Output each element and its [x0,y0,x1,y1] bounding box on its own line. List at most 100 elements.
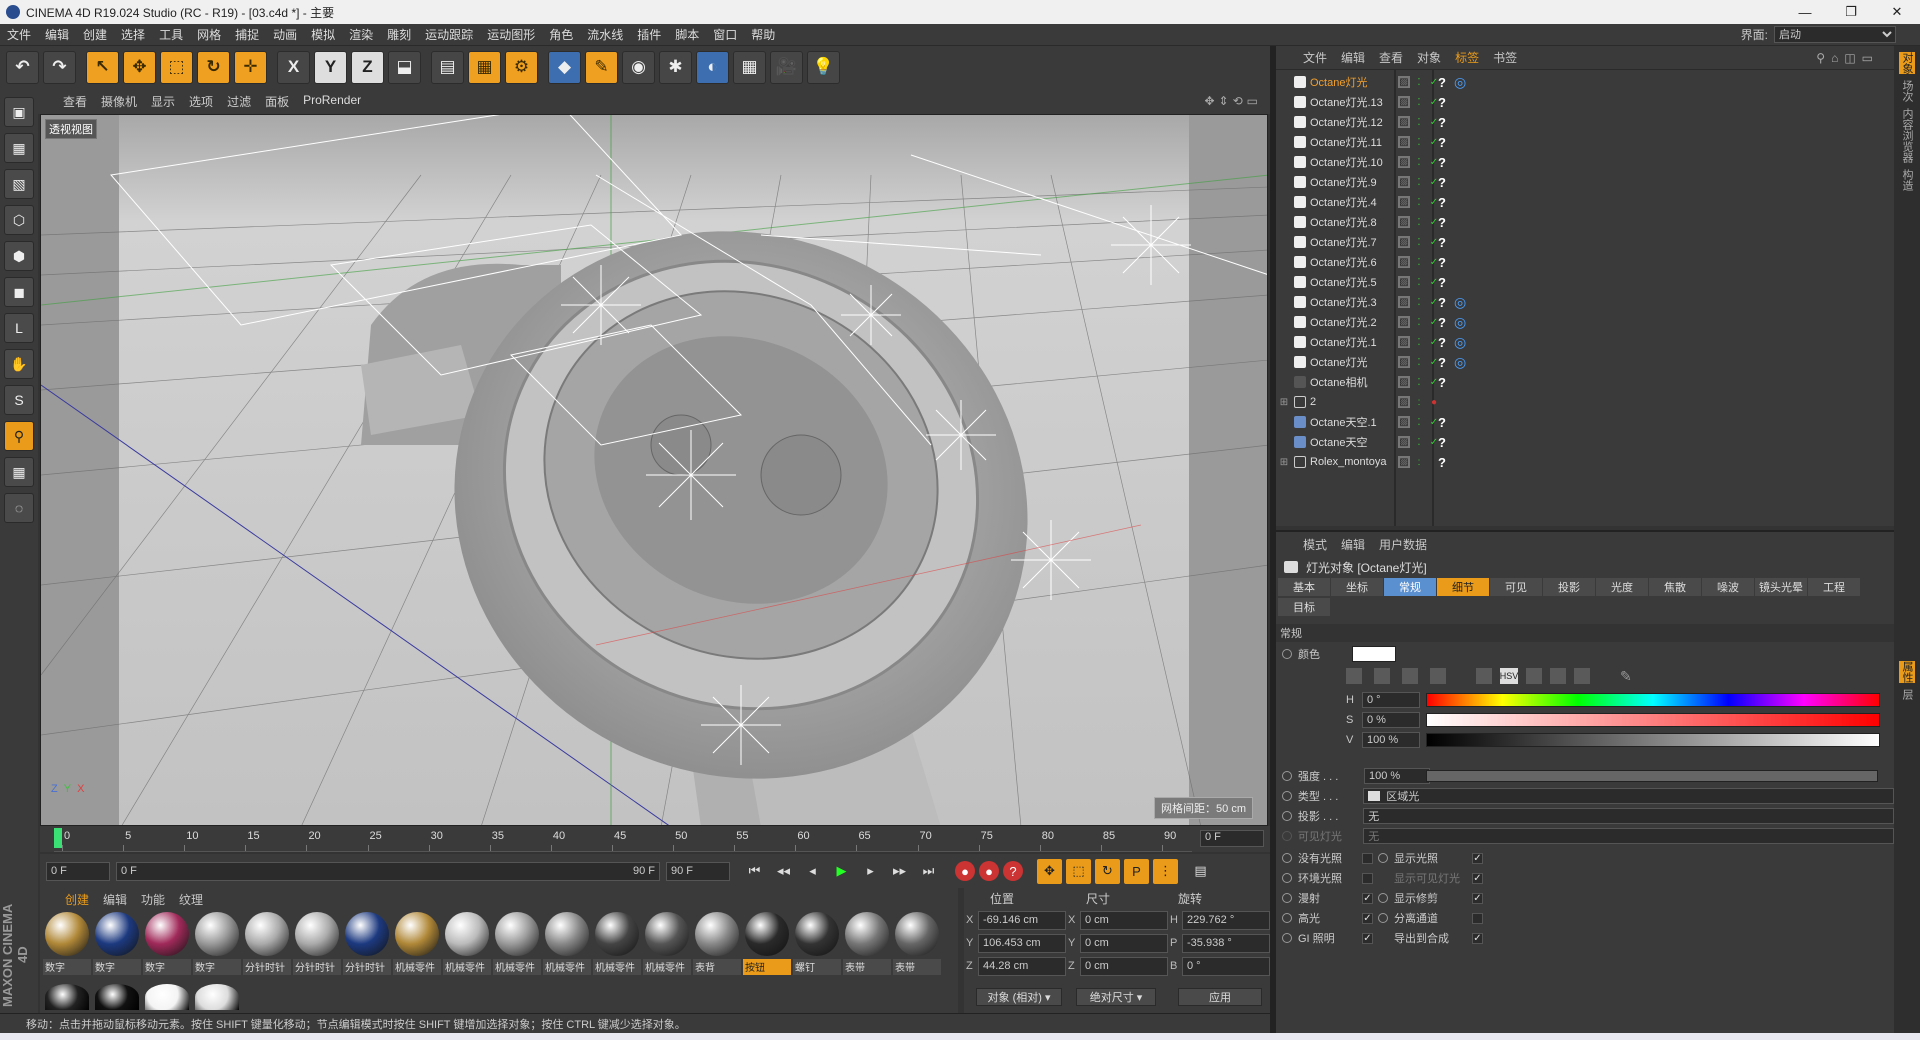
object-row[interactable]: Octane灯光.10 ▨ ⁚ ✓? [1276,152,1894,172]
rotation-field[interactable]: 229.762 ° [1182,910,1270,930]
size-field[interactable]: 0 cm [1080,910,1168,930]
coord-system-button[interactable]: ⬓ [388,50,421,84]
visibility-icon[interactable]: : [1413,396,1425,408]
object-row[interactable]: Octane灯光.9 ▨ ⁚ ✓? [1276,172,1894,192]
workplane-icon[interactable]: ▧ [4,169,34,199]
layer-icon[interactable]: ▨ [1398,76,1410,88]
end-frame-field[interactable]: 90 F [666,861,730,881]
size-field[interactable]: 0 cm [1080,956,1168,976]
option-checkbox[interactable]: ✓ [1472,852,1483,864]
layer-icon[interactable]: ▨ [1398,196,1410,208]
layer-icon[interactable]: ▨ [1398,96,1410,108]
attribute-menu-item[interactable]: 编辑 [1334,536,1372,553]
hsv-gradient-slider[interactable] [1426,693,1880,707]
key-scale-icon[interactable]: ⬚ [1066,858,1091,884]
option-checkbox[interactable]: ✓ [1472,872,1483,884]
viewport-menu-item[interactable]: ProRender [296,93,368,110]
prev-frame-button[interactable]: ◂ [800,859,825,884]
type-anim-icon[interactable] [1282,791,1292,801]
type-select[interactable]: 区域光 [1363,788,1894,804]
light-tag-icon[interactable]: ◎ [1454,294,1470,311]
play-button[interactable]: ▶ [829,859,854,884]
scale-tool-button[interactable]: ⬚ [160,50,193,84]
viewport-menu-item[interactable]: 查看 [56,93,94,110]
intensity-field[interactable]: 100 % [1364,768,1430,784]
color-swatch[interactable] [1352,646,1396,662]
side-tab[interactable]: 内容浏览器 [1899,108,1915,163]
octane-tag-icon[interactable]: ? [1438,155,1454,170]
rotation-field[interactable]: -35.938 ° [1182,933,1270,953]
object-row[interactable]: Octane灯光.6 ▨ ⁚ ✓? [1276,252,1894,272]
menu-item[interactable]: 渲染 [342,26,380,43]
side-tab[interactable]: 构造 [1899,169,1915,191]
side-tab[interactable]: 对象 [1899,52,1915,74]
visibility-icon[interactable]: ⁚ [1413,376,1425,388]
viewport-menu-item[interactable]: 摄像机 [94,93,144,110]
side-tab[interactable]: 属性 [1899,661,1915,683]
layer-icon[interactable]: ▨ [1398,176,1410,188]
object-row[interactable]: Octane灯光.13 ▨ ⁚ ✓? [1276,92,1894,112]
object-menu-item[interactable]: 文件 [1296,49,1334,66]
layer-icon[interactable]: ▨ [1398,356,1410,368]
menu-item[interactable]: 动画 [266,26,304,43]
attribute-menu-item[interactable]: 模式 [1296,536,1334,553]
enabled-check-icon[interactable]: ● [1428,396,1440,408]
visibility-icon[interactable]: ⁚ [1413,216,1425,228]
material-swatch[interactable] [93,982,141,1012]
coord-size-select[interactable]: 绝对尺寸 ▾ [1076,988,1156,1006]
axis-mode-icon[interactable]: L [4,313,34,343]
visibility-icon[interactable]: ⁚ [1413,436,1425,448]
menu-item[interactable]: 运动跟踪 [418,26,480,43]
layer-icon[interactable]: ▨ [1398,336,1410,348]
edges-mode-icon[interactable]: ⬢ [4,241,34,271]
texture-mode-icon[interactable]: ▦ [4,133,34,163]
visibility-icon[interactable]: ⁚ [1413,156,1425,168]
frame-range-slider[interactable]: 0 F 90 F [116,861,660,881]
octane-tag-icon[interactable]: ? [1438,215,1454,230]
object-menu-item[interactable]: 编辑 [1334,49,1372,66]
menu-item[interactable]: 捕捉 [228,26,266,43]
object-row[interactable]: ⊞ 2 ▨: ● [1276,392,1894,412]
material-swatch[interactable]: 数字 [93,910,141,980]
move-tool-button[interactable]: ✥ [123,50,156,84]
key-pla-icon[interactable]: ⋮ [1153,858,1178,884]
hsv-value-field[interactable]: 100 % [1362,732,1420,748]
layer-icon[interactable]: ▨ [1398,156,1410,168]
octane-tag-icon[interactable]: ? [1438,175,1454,190]
object-row[interactable]: Octane灯光.11 ▨ ⁚ ✓? [1276,132,1894,152]
material-swatch[interactable]: 螺钉 [793,910,841,980]
visibility-icon[interactable]: ⁚ [1413,196,1425,208]
intensity-slider[interactable] [1426,770,1878,782]
viewport-menu-item[interactable]: 显示 [144,93,182,110]
object-row[interactable]: Octane灯光.1 ▨ ⁚ ✓? ◎ [1276,332,1894,352]
menu-item[interactable]: 网格 [190,26,228,43]
grid-lock-icon[interactable]: ▦ [4,457,34,487]
visibility-icon[interactable]: ⁚ [1413,356,1425,368]
light-button[interactable]: 💡 [807,50,840,84]
material-swatch[interactable]: 按钮 [743,910,791,980]
option-checkbox[interactable]: ✓ [1472,892,1483,904]
visibility-icon[interactable]: : [1413,456,1425,468]
visibility-icon[interactable]: ⁚ [1413,276,1425,288]
menu-item[interactable]: 编辑 [38,26,76,43]
render-picture-viewer-button[interactable]: ▦ [468,50,501,84]
light-tag-icon[interactable]: ◎ [1454,74,1470,91]
visibility-icon[interactable]: ⁚ [1413,136,1425,148]
material-menu-item[interactable]: 创建 [58,891,96,908]
viewport-nav-icons[interactable]: ✥⇕⟲▭ [1204,94,1262,108]
object-row[interactable]: Octane灯光.3 ▨ ⁚ ✓? ◎ [1276,292,1894,312]
octane-tag-icon[interactable]: ? [1438,195,1454,210]
menu-item[interactable]: 帮助 [744,26,782,43]
cube-mode-icon[interactable]: ▣ [4,97,34,127]
select-tool-button[interactable]: ↖ [86,50,119,84]
z-axis-button[interactable]: Z [351,50,384,84]
layer-icon[interactable]: ▨ [1398,116,1410,128]
layer-icon[interactable]: ▨ [1398,296,1410,308]
viewport-menu-item[interactable]: 选项 [182,93,220,110]
hsv-gradient-slider[interactable] [1426,713,1880,727]
start-frame-field[interactable]: 0 F [46,861,110,881]
material-menu-item[interactable]: 编辑 [96,891,134,908]
light-tag-icon[interactable]: ◎ [1454,334,1470,351]
menu-item[interactable]: 创建 [76,26,114,43]
option-anim-icon[interactable] [1282,873,1292,883]
